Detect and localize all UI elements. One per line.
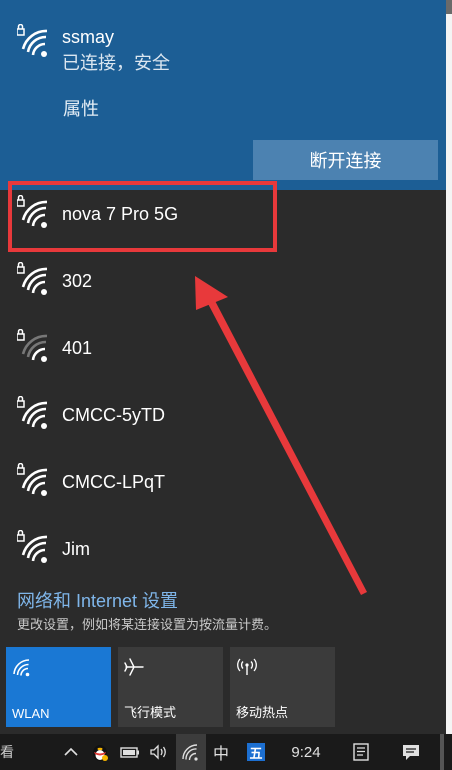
network-tray-icon[interactable] xyxy=(176,734,206,770)
action-center-button[interactable] xyxy=(396,734,426,770)
tile-label: WLAN xyxy=(12,706,50,721)
network-name: CMCC-5yTD xyxy=(62,405,165,425)
network-item-302[interactable]: 302 xyxy=(0,248,446,315)
network-name: 302 xyxy=(62,271,93,291)
network-item-cmcc-5ytd[interactable]: CMCC-5yTD xyxy=(0,382,446,449)
network-name: 401 xyxy=(62,338,93,358)
wifi-icon xyxy=(182,744,198,761)
network-settings-description: 更改设置，例如将某连接设置为按流量计费。 xyxy=(17,617,278,632)
network-item-401[interactable]: 401 xyxy=(0,315,446,382)
taskbar: 看 中 五 9:24 xyxy=(0,734,452,770)
penguin-icon xyxy=(93,745,108,761)
battery-icon xyxy=(120,747,139,758)
show-desktop-button[interactable] xyxy=(440,734,444,770)
mobile-hotspot-tile[interactable]: 移动热点 xyxy=(230,647,335,727)
wifi-flyout: ssmay 已连接，安全 属性 断开连接 nova 7 Pro 5G 302 4… xyxy=(0,0,446,734)
chevron-up-icon xyxy=(64,747,78,756)
secured-wifi-icon xyxy=(17,463,48,496)
connected-status: 已连接，安全 xyxy=(62,53,170,73)
clock[interactable]: 9:24 xyxy=(282,734,330,770)
connected-network-name: ssmay xyxy=(62,27,115,47)
annotation-highlight-box xyxy=(8,181,277,252)
taskbar-fragment: 看 xyxy=(0,744,14,760)
network-settings-link[interactable]: 网络和 Internet 设置 xyxy=(17,587,178,613)
hotspot-icon xyxy=(237,658,257,675)
show-hidden-icons-button[interactable] xyxy=(58,734,84,770)
wifi-icon xyxy=(13,659,30,677)
network-name: Jim xyxy=(62,539,90,559)
notepad-icon xyxy=(353,743,369,761)
input-mode-indicator[interactable]: 中 xyxy=(208,734,234,770)
network-item-cmcc-lpqt[interactable]: CMCC-LPqT xyxy=(0,449,446,516)
network-name: CMCC-LPqT xyxy=(62,472,166,492)
ime-badge: 五 xyxy=(247,743,265,761)
tile-label: 飞行模式 xyxy=(124,705,177,720)
notification-icon xyxy=(403,745,419,760)
window-edge xyxy=(446,0,452,734)
secured-wifi-icon xyxy=(17,24,48,57)
secured-wifi-icon xyxy=(17,262,48,295)
connected-network[interactable]: ssmay 已连接，安全 属性 断开连接 xyxy=(0,0,446,190)
ime-wubi-button[interactable]: 五 xyxy=(244,734,268,770)
speaker-icon xyxy=(150,744,166,760)
volume-tray-icon[interactable] xyxy=(146,734,172,770)
secured-wifi-icon xyxy=(17,396,48,429)
task-notes-button[interactable] xyxy=(346,734,376,770)
battery-tray-icon[interactable] xyxy=(118,734,142,770)
wlan-tile[interactable]: WLAN xyxy=(6,647,111,727)
network-item-jim[interactable]: Jim xyxy=(0,516,446,583)
properties-link[interactable]: 属性 xyxy=(63,95,99,121)
qq-tray-icon[interactable] xyxy=(88,734,112,770)
secured-wifi-weak-icon xyxy=(17,329,48,362)
airplane-icon xyxy=(124,658,144,676)
tile-label: 移动热点 xyxy=(236,705,289,720)
airplane-mode-tile[interactable]: 飞行模式 xyxy=(118,647,223,727)
secured-wifi-icon xyxy=(17,530,48,563)
disconnect-button[interactable]: 断开连接 xyxy=(253,140,438,180)
